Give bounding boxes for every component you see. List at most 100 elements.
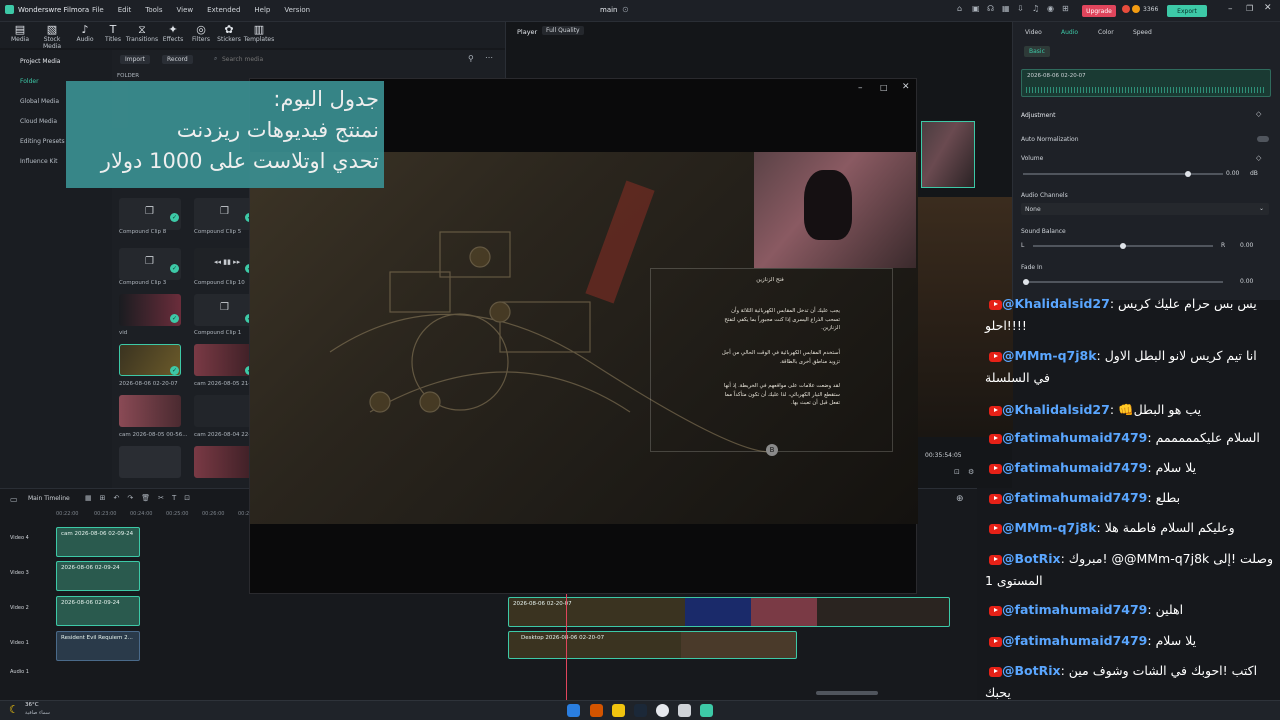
normalization-toggle[interactable] [1257, 136, 1269, 142]
volume-unit: dB [1250, 170, 1258, 177]
menu-extended[interactable]: Extended [207, 6, 240, 14]
volume-slider[interactable] [1023, 171, 1223, 177]
fade-in-slider[interactable] [1023, 279, 1223, 285]
fade-in-value[interactable]: 0.00 [1240, 278, 1253, 285]
file-explorer-icon[interactable] [612, 704, 625, 717]
maximize-icon[interactable]: ❐ [1246, 4, 1253, 13]
compound-icon: ❐ [145, 206, 154, 217]
timeline-tools-icon[interactable]: ▦⊞↶↷🗑✂T⊡ [85, 494, 198, 502]
sidebar-item-cloud-media[interactable]: Cloud Media [20, 118, 57, 125]
chat-username: @BotRix [1002, 551, 1061, 566]
maximize-icon[interactable]: □ [880, 83, 888, 92]
volume-value[interactable]: 0.00 [1226, 170, 1239, 177]
project-title: main [600, 6, 618, 14]
tool-stickers[interactable]: ✿ Stickers [212, 24, 246, 44]
device-icon[interactable]: ⌂ [957, 4, 962, 13]
volume-knob[interactable] [1185, 171, 1191, 177]
upgrade-button[interactable]: Upgrade [1082, 5, 1116, 17]
filter-icon[interactable]: ⚲ [468, 54, 474, 63]
fade-in-knob[interactable] [1023, 279, 1029, 285]
brave-icon[interactable] [590, 704, 603, 717]
close-icon[interactable]: ✕ [1264, 3, 1272, 13]
minimize-icon[interactable]: – [1228, 4, 1233, 14]
layout-icon[interactable]: ▦ [1002, 4, 1010, 13]
balance-right: R [1221, 242, 1226, 249]
sidebar-item-influence-kit[interactable]: Influence Kit [20, 158, 58, 165]
sidebar-item-project-media[interactable]: Project Media [20, 58, 60, 65]
more-icon[interactable]: ⋯ [485, 53, 493, 62]
timeline-clip[interactable]: 2026-08-06 02-20-07 [508, 597, 950, 627]
timeline-label[interactable]: Main Timeline [28, 495, 70, 502]
tab-color[interactable]: Color [1098, 29, 1114, 36]
menu-tools[interactable]: Tools [145, 6, 162, 14]
sidebar-item-folder[interactable]: Folder [20, 78, 39, 85]
chat-username: @Khalidalsid27 [1002, 296, 1110, 311]
settings-icon[interactable]: ⚙ [968, 468, 974, 476]
media-thumb[interactable] [119, 446, 181, 478]
diamond-icon[interactable]: ◇ [1256, 110, 1261, 118]
download-icon[interactable]: ⇩ [1017, 4, 1024, 13]
quality-select[interactable]: Full Quality [542, 26, 584, 35]
account-icon[interactable]: ◉ [1047, 4, 1054, 13]
timeline-clip[interactable]: Resident Evil Requiem 2... [56, 631, 140, 661]
tab-video[interactable]: Video [1025, 29, 1042, 36]
tool-label: Templates [243, 36, 275, 43]
clip-name: 2026-08-06 02-20-07 [1027, 73, 1086, 79]
media-thumb[interactable] [194, 395, 256, 427]
export-button[interactable]: Export [1167, 5, 1207, 17]
steam-icon[interactable] [634, 704, 647, 717]
b-button-icon[interactable]: B [766, 444, 778, 456]
weather-desc[interactable]: سماء صافية [25, 710, 50, 716]
timeline-clip[interactable]: Desktop 2026-08-06 02-20-07 [508, 631, 797, 659]
gift-icon[interactable]: ▣ [972, 4, 980, 13]
record-button[interactable]: Record [162, 55, 193, 64]
weather-temp[interactable]: 36°C [25, 702, 39, 708]
tab-speed[interactable]: Speed [1133, 29, 1152, 36]
notepad-icon[interactable] [678, 704, 691, 717]
tool-label: Effects [162, 36, 184, 43]
windows-start-icon[interactable] [567, 704, 580, 717]
obs-icon[interactable] [656, 704, 669, 717]
close-icon[interactable]: ✕ [902, 82, 910, 92]
menu-edit[interactable]: Edit [118, 6, 132, 14]
media-thumb[interactable] [194, 446, 256, 478]
menu-version[interactable]: Version [284, 6, 310, 14]
timeline-clip[interactable]: 2026-08-06 02-09-24 [56, 596, 140, 626]
cloud-icon[interactable]: ⊙ [622, 5, 629, 14]
menu-file[interactable]: File [92, 6, 104, 14]
tool-media[interactable]: ▤ Media [3, 24, 37, 44]
tool-stock-media[interactable]: ▧ Stock Media [35, 24, 69, 51]
snapshot-icon[interactable]: ⊡ [954, 468, 960, 476]
search-input[interactable] [222, 54, 342, 65]
channels-select[interactable]: None ⌄ [1021, 203, 1269, 215]
sidebar-item-editing-presets[interactable]: Editing Presets [20, 138, 65, 145]
menu-help[interactable]: Help [254, 6, 270, 14]
tool-transitions[interactable]: ⧖ Transitions [125, 24, 159, 44]
timeline-clip[interactable]: 2026-08-06 02-09-24 [56, 561, 140, 591]
import-button[interactable]: Import [120, 55, 150, 64]
filmora-icon[interactable] [700, 704, 713, 717]
balance-slider[interactable] [1033, 243, 1213, 249]
basic-tab[interactable]: Basic [1024, 46, 1050, 57]
panel-paragraph: أستخدم المقابس الكهربائية في الوقت الحال… [721, 350, 840, 365]
keyframe-icon[interactable]: ◇ [1256, 154, 1261, 162]
sidebar-item-global-media[interactable]: Global Media [20, 98, 59, 105]
chat-message: @fatimahumaid7479: اهلين [985, 599, 1275, 621]
menu-view[interactable]: View [177, 6, 194, 14]
clip-label: 2026-08-06 02-20-07 [513, 601, 572, 607]
zoom-icon[interactable]: ⊕ [956, 494, 964, 504]
headset-icon[interactable]: ☊ [987, 4, 994, 13]
notifications-icon[interactable]: ♫ [1032, 4, 1039, 13]
properties-panel: Video Audio Color Speed Basic 2026-08-06… [1012, 22, 1280, 300]
apps-icon[interactable]: ⊞ [1062, 4, 1069, 13]
media-thumb[interactable] [119, 395, 181, 427]
minimize-icon[interactable]: – [858, 83, 863, 93]
balance-knob[interactable] [1120, 243, 1126, 249]
tab-audio[interactable]: Audio [1061, 29, 1078, 36]
audio-channels-label: Audio Channels [1021, 192, 1068, 199]
timeline-clip[interactable]: cam 2026-08-06 02-09-24 [56, 527, 140, 557]
tool-templates[interactable]: ▥ Templates [242, 24, 276, 44]
horizontal-scrollbar[interactable] [816, 691, 878, 695]
balance-value[interactable]: 0.00 [1240, 242, 1253, 249]
credit-icon [1122, 5, 1130, 13]
